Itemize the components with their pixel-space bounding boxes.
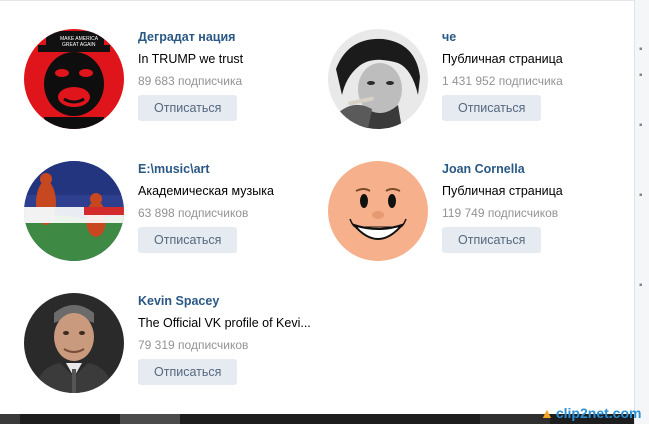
subscriber-count: 1 431 952 подписчика — [442, 74, 563, 88]
community-title-link[interactable]: Joan Cornella — [442, 161, 618, 177]
subscriptions-panel: MAKE AMERICA GREAT AGAIN Деградат нация … — [0, 0, 634, 415]
unsubscribe-button[interactable]: Отписаться — [138, 95, 238, 121]
unsubscribe-button[interactable]: Отписаться — [138, 359, 238, 385]
subscriber-count: 119 749 подписчиков — [442, 206, 559, 220]
community-info: E:\music\art Академическая музыка 63 898… — [138, 161, 314, 253]
community-description: Публичная страница — [442, 184, 563, 198]
community-info: Деградат нация In TRUMP we trust 89 683 … — [138, 29, 314, 121]
background-page-edge: ▪ ▪ ▪ ▪ ▪ — [634, 0, 649, 424]
community-description: Публичная страница — [442, 52, 563, 66]
monkey-che-avatar-icon[interactable]: MAKE AMERICA GREAT AGAIN — [24, 29, 124, 129]
painting-avatar-icon[interactable] — [24, 161, 124, 261]
watermark-text: clip2net.com — [555, 405, 642, 421]
community-title-link[interactable]: Kevin Spacey — [138, 293, 314, 309]
photo-fragment — [0, 414, 20, 424]
community-description: The Official VK profile of Kevi... — [138, 316, 311, 330]
cartoon-face-avatar-icon[interactable] — [328, 161, 428, 261]
subscriber-count: 63 898 подписчиков — [138, 206, 249, 220]
kevin-spacey-photo-avatar-icon[interactable] — [24, 293, 124, 393]
unsubscribe-button[interactable]: Отписаться — [442, 95, 542, 121]
clip2net-watermark: ▲ clip2net.com — [540, 403, 641, 423]
unsubscribe-button[interactable]: Отписаться — [138, 227, 238, 253]
svg-text:GREAT AGAIN: GREAT AGAIN — [62, 42, 96, 48]
subscriber-count: 79 319 подписчиков — [138, 338, 249, 352]
upload-arrow-icon: ▲ — [540, 405, 554, 421]
community-card: Kevin Spacey The Official VK profile of … — [24, 293, 314, 403]
community-info: Kevin Spacey The Official VK profile of … — [138, 293, 314, 385]
community-info: че Публичная страница 1 431 952 подписчи… — [442, 29, 618, 121]
photo-fragment — [120, 414, 180, 424]
community-title-link[interactable]: Деградат нация — [138, 29, 314, 45]
unsubscribe-button[interactable]: Отписаться — [442, 227, 542, 253]
community-title-link[interactable]: че — [442, 29, 618, 45]
che-guevara-photo-avatar-icon[interactable] — [328, 29, 428, 129]
subscriber-count: 89 683 подписчика — [138, 74, 243, 88]
community-card: MAKE AMERICA GREAT AGAIN Деградат нация … — [24, 29, 314, 139]
community-card: Joan Cornella Публичная страница 119 749… — [328, 161, 618, 271]
background-photo-strip — [0, 414, 634, 424]
community-description: In TRUMP we trust — [138, 52, 244, 66]
community-title-link[interactable]: E:\music\art — [138, 161, 314, 177]
community-card: че Публичная страница 1 431 952 подписчи… — [328, 29, 618, 139]
community-card: E:\music\art Академическая музыка 63 898… — [24, 161, 314, 271]
community-description: Академическая музыка — [138, 184, 274, 198]
community-info: Joan Cornella Публичная страница 119 749… — [442, 161, 618, 253]
